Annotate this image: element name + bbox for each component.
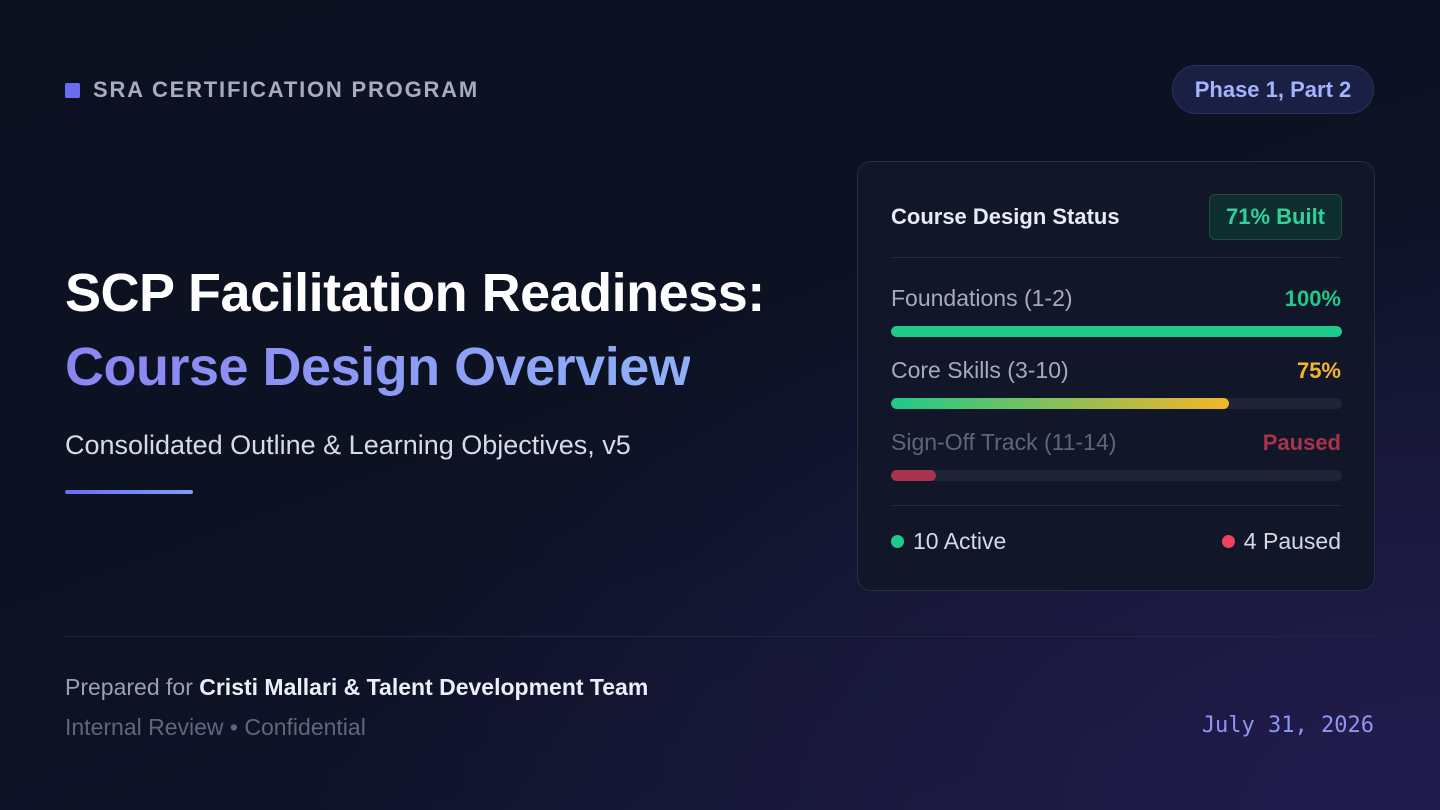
legend-paused-label: 4 Paused bbox=[1243, 528, 1341, 554]
track-label-sign-off: Sign-Off Track (11-14) bbox=[891, 429, 1117, 455]
progress-bar-sign-off bbox=[891, 470, 1342, 481]
legend-active: 10 Active bbox=[891, 528, 1006, 555]
progress-fill-sign-off bbox=[891, 470, 937, 481]
card-title: Course Design Status bbox=[891, 204, 1120, 229]
document-date: July 31, 2026 bbox=[1201, 713, 1374, 738]
page-title: SCP Facilitation Readiness: bbox=[65, 263, 765, 323]
prepared-prefix: Prepared for bbox=[65, 674, 193, 700]
review-note: Internal Review • Confidential bbox=[65, 714, 366, 740]
track-value-sign-off: Paused bbox=[1262, 430, 1341, 455]
accent-divider bbox=[65, 490, 193, 494]
active-dot-icon bbox=[891, 535, 904, 548]
prepared-for: Prepared for Cristi Mallari & Talent Dev… bbox=[65, 674, 648, 701]
brand-label: SRA CERTIFICATION PROGRAM bbox=[93, 77, 479, 102]
track-label-core-skills: Core Skills (3-10) bbox=[891, 357, 1069, 383]
prepared-recipient: Cristi Mallari & Talent Development Team bbox=[199, 674, 649, 700]
progress-fill-core-skills bbox=[891, 398, 1230, 409]
phase-badge: Phase 1, Part 2 bbox=[1172, 65, 1374, 114]
paused-dot-icon bbox=[1221, 535, 1235, 548]
course-status-card: Course Design Status 71% Built Foundatio… bbox=[857, 161, 1375, 591]
track-value-foundations: 100% bbox=[1284, 286, 1341, 311]
legend-paused: 4 Paused bbox=[1221, 528, 1341, 555]
footer-divider bbox=[65, 636, 1374, 637]
progress-bar-foundations bbox=[891, 326, 1342, 337]
program-brand: SRA CERTIFICATION PROGRAM bbox=[65, 77, 479, 102]
card-divider-top bbox=[891, 257, 1342, 258]
progress-fill-foundations bbox=[891, 326, 1342, 337]
card-divider-bottom bbox=[891, 505, 1342, 506]
slide: { "header": { "brand_label": "SRA CERTIF… bbox=[0, 0, 1440, 810]
page-title-highlight: Course Design Overview bbox=[65, 337, 691, 397]
brand-square-icon bbox=[65, 82, 80, 98]
legend-active-label: 10 Active bbox=[913, 528, 1007, 554]
built-percent-badge: 71% Built bbox=[1209, 194, 1342, 240]
track-label-foundations: Foundations (1-2) bbox=[891, 285, 1073, 311]
track-value-core-skills: 75% bbox=[1296, 358, 1341, 383]
progress-bar-core-skills bbox=[891, 398, 1342, 409]
page-subtitle: Consolidated Outline & Learning Objectiv… bbox=[65, 430, 631, 460]
